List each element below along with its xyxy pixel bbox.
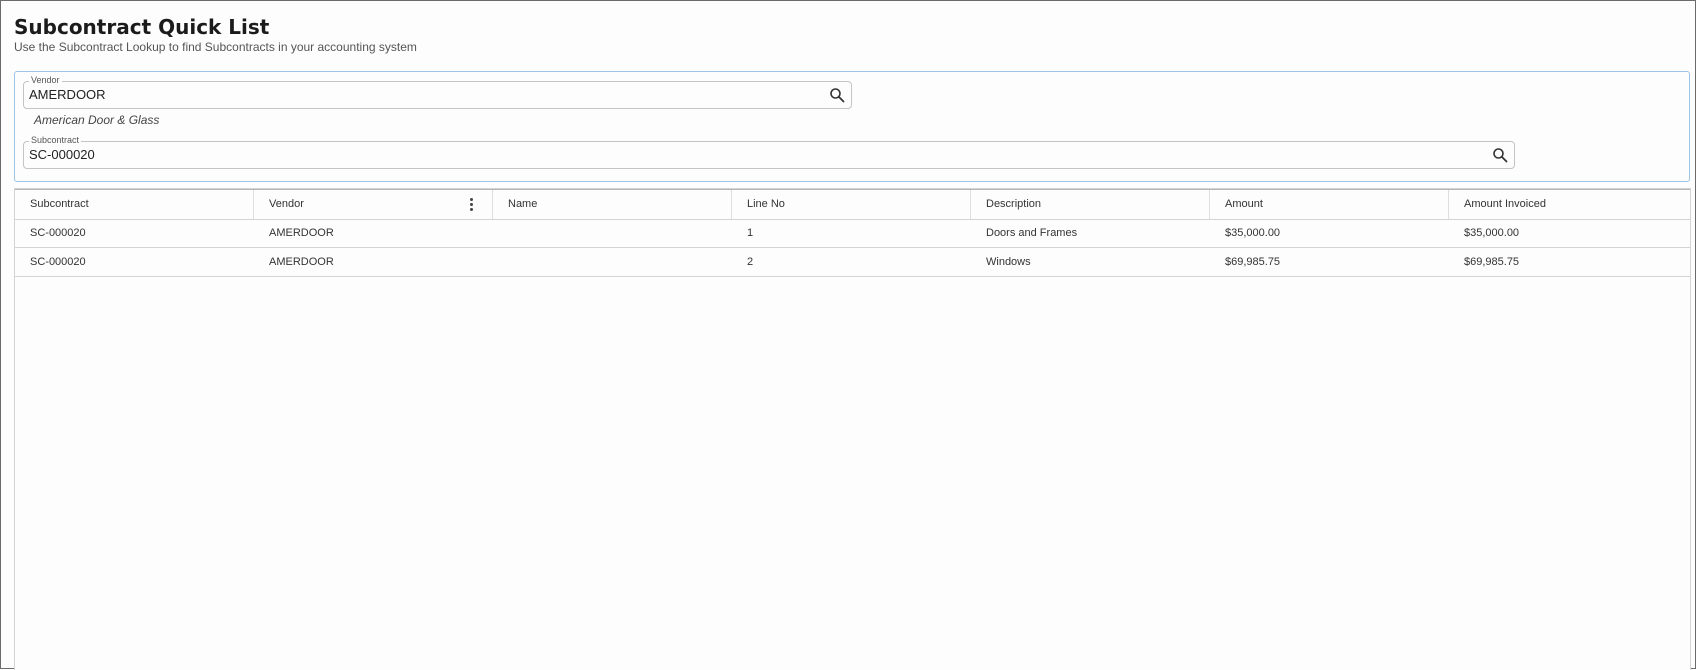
grid-header: Subcontract Vendor Name Line No Descript… — [15, 189, 1690, 220]
cell-description: Doors and Frames — [986, 227, 1078, 239]
app-window: Subcontract Quick List Use the Subcontra… — [0, 0, 1696, 670]
cell-subcontract: SC-000020 — [30, 256, 86, 268]
column-header-subcontract[interactable]: Subcontract — [15, 190, 254, 219]
cell-name — [493, 248, 508, 276]
cell-vendor: AMERDOOR — [269, 256, 334, 268]
cell-vendor: AMERDOOR — [269, 227, 334, 239]
cell-name — [493, 219, 508, 247]
filter-panel: Vendor American Door & Glass Subcontract — [14, 71, 1690, 182]
column-header-vendor-label: Vendor — [269, 198, 304, 210]
vendor-input[interactable] — [29, 87, 774, 102]
subcontract-field[interactable]: Subcontract — [23, 134, 1515, 169]
page-title: Subcontract Quick List — [14, 15, 270, 39]
cell-line-no: 2 — [747, 256, 754, 268]
table-row[interactable]: SC-000020 AMERDOOR 1 Doors and Frames $3… — [15, 219, 1690, 248]
vendor-field[interactable]: Vendor — [23, 74, 852, 109]
cell-description: Windows — [986, 256, 1031, 268]
column-header-vendor[interactable]: Vendor — [254, 190, 493, 219]
cell-subcontract: SC-000020 — [30, 227, 86, 239]
cell-amount: $69,985.75 — [1225, 256, 1281, 268]
vendor-name-display: American Door & Glass — [34, 113, 160, 127]
page-subtitle: Use the Subcontract Lookup to find Subco… — [14, 40, 417, 54]
subcontract-field-label: Subcontract — [29, 134, 82, 146]
column-header-name[interactable]: Name — [493, 190, 732, 219]
cell-amount-invoiced: $35,000.00 — [1464, 227, 1520, 239]
search-icon[interactable] — [829, 87, 845, 103]
cell-amount-invoiced: $69,985.75 — [1464, 256, 1520, 268]
column-header-amount[interactable]: Amount — [1210, 190, 1449, 219]
column-header-description[interactable]: Description — [971, 190, 1210, 219]
subcontract-input[interactable] — [29, 147, 1370, 162]
search-icon[interactable] — [1492, 147, 1508, 163]
results-grid: Subcontract Vendor Name Line No Descript… — [14, 188, 1691, 670]
vertical-dots-icon[interactable] — [470, 197, 474, 212]
cell-amount: $35,000.00 — [1225, 227, 1281, 239]
column-header-amount-invoiced[interactable]: Amount Invoiced — [1449, 190, 1690, 219]
vendor-field-label: Vendor — [29, 74, 62, 86]
column-header-line-no[interactable]: Line No — [732, 190, 971, 219]
cell-line-no: 1 — [747, 227, 754, 239]
table-row[interactable]: SC-000020 AMERDOOR 2 Windows $69,985.75 … — [15, 248, 1690, 277]
